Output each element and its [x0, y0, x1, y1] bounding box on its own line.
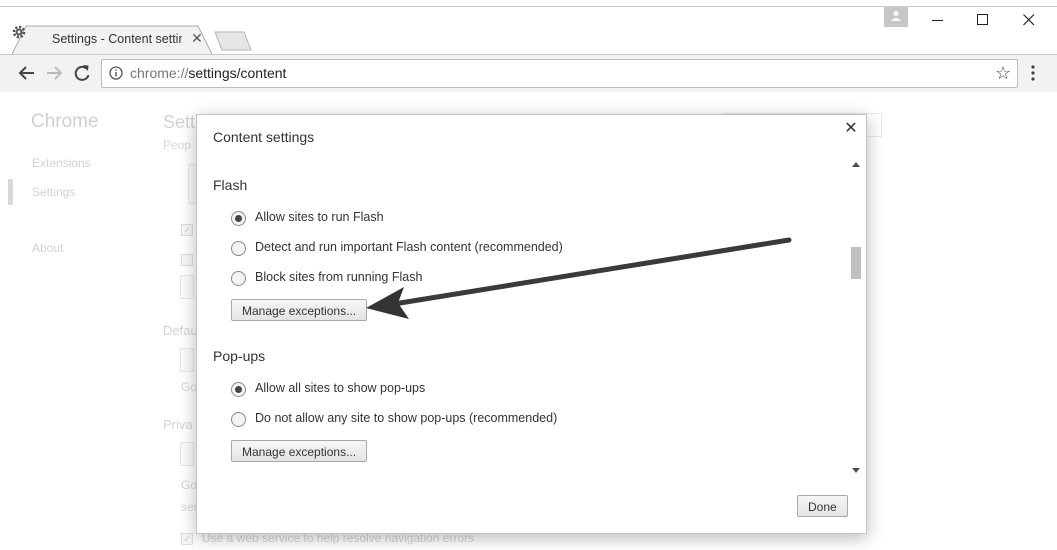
minimize-icon: [932, 20, 943, 21]
checkbox[interactable]: [181, 254, 193, 266]
checkbox[interactable]: ✓: [181, 533, 193, 545]
close-icon[interactable]: ✕: [843, 120, 859, 138]
reload-icon[interactable]: [71, 63, 93, 83]
radio-label: Do not allow any site to show pop-ups (r…: [255, 411, 558, 425]
text-fragment: Go: [181, 380, 198, 394]
radio-button[interactable]: [231, 211, 246, 226]
tab-settings-content[interactable]: Settings - Content settings ✕: [12, 25, 213, 55]
sidebar-brand: Chrome: [31, 111, 99, 132]
radio-label: Block sites from running Flash: [255, 270, 423, 284]
radio-button[interactable]: [231, 382, 246, 397]
address-bar[interactable]: chrome://settings/content ☆: [101, 59, 1018, 88]
section-default: Defau: [163, 323, 198, 338]
close-icon[interactable]: ✕: [189, 29, 205, 47]
maximize-button[interactable]: [960, 8, 1006, 34]
star-icon[interactable]: ☆: [995, 63, 1011, 84]
tab-title: Settings - Content settings: [52, 32, 182, 46]
settings-gear-icon: [12, 25, 26, 39]
radio-button[interactable]: [231, 271, 246, 286]
button-fragment[interactable]: [180, 442, 194, 466]
button-fragment[interactable]: [180, 275, 194, 299]
section-privacy: Priva: [163, 417, 193, 432]
toolbar: chrome://settings/content ☆: [0, 54, 1057, 93]
flash-heading: Flash: [213, 177, 248, 193]
popups-heading: Pop-ups: [213, 348, 266, 364]
button-fragment[interactable]: [180, 348, 194, 372]
url-path: settings/content: [188, 65, 287, 81]
url-text: chrome://settings/content: [130, 65, 286, 81]
text-fragment: Go: [181, 478, 198, 492]
sidebar-item-settings[interactable]: Settings: [32, 185, 75, 199]
radio-label: Allow all sites to show pop-ups: [255, 381, 426, 395]
url-scheme: chrome://: [130, 65, 189, 81]
profile-icon: [891, 11, 901, 21]
done-button[interactable]: Done: [797, 495, 848, 517]
radio-button[interactable]: [231, 241, 246, 256]
sidebar-item-about[interactable]: About: [32, 241, 63, 255]
scroll-down-icon[interactable]: [852, 468, 860, 473]
sidebar-item-extensions[interactable]: Extensions: [32, 156, 91, 170]
minimize-button[interactable]: [915, 8, 961, 34]
radio-label: Allow sites to run Flash: [255, 210, 384, 224]
forward-icon[interactable]: [43, 63, 65, 83]
maximize-icon: [977, 14, 988, 25]
sidebar-selection-indicator: [8, 179, 13, 205]
dialog-title: Content settings: [213, 129, 315, 145]
menu-icon[interactable]: [1027, 64, 1039, 82]
scrollbar-thumb[interactable]: [851, 247, 861, 279]
flash-manage-exceptions-button[interactable]: Manage exceptions...: [231, 299, 368, 321]
content-settings-dialog: Content settings ✕ Flash Allow sites to …: [196, 114, 867, 534]
info-icon[interactable]: [109, 66, 123, 80]
window-close-icon: [1023, 14, 1035, 26]
scroll-up-icon[interactable]: [852, 162, 860, 167]
radio-label: Detect and run important Flash content (…: [255, 240, 563, 254]
popups-manage-exceptions-button[interactable]: Manage exceptions...: [231, 440, 368, 462]
checkbox[interactable]: ✓: [181, 224, 193, 236]
new-tab-button[interactable]: [214, 31, 252, 51]
profile-button[interactable]: [884, 7, 908, 27]
section-people: Peop: [163, 138, 192, 152]
radio-button[interactable]: [231, 412, 246, 427]
scrollbar[interactable]: [849, 157, 863, 479]
window-close-button[interactable]: [1006, 8, 1052, 34]
back-icon[interactable]: [16, 63, 38, 83]
title-bar: Settings - Content settings ✕: [0, 0, 1057, 55]
